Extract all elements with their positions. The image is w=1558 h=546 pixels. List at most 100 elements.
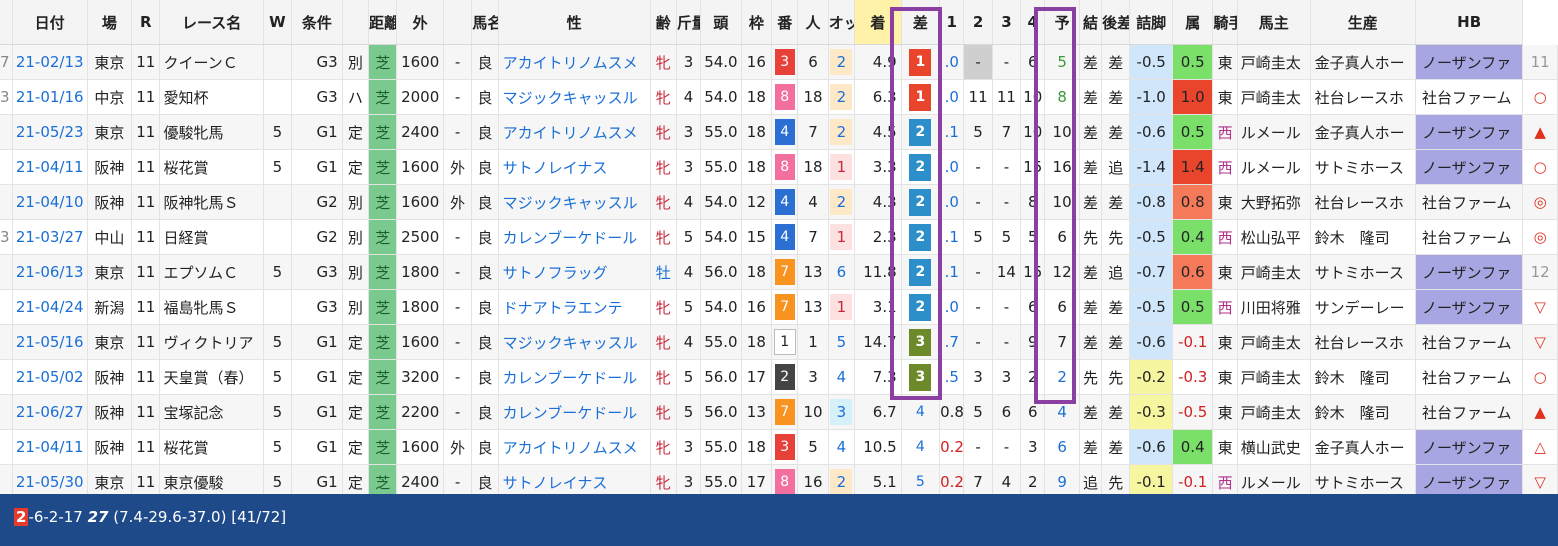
column-header[interactable]: 枠	[741, 0, 773, 45]
race-date-link[interactable]: 21-03/27	[12, 219, 88, 255]
horse-name-link[interactable]: カレンブーケドール	[498, 394, 651, 430]
breeder: ノーザンファ	[1415, 289, 1524, 325]
column-header[interactable]: W	[263, 0, 293, 45]
column-header[interactable]: 詰脚	[1129, 0, 1173, 45]
horse-name-link[interactable]: サトノレイナス	[498, 149, 651, 185]
row-lead	[0, 464, 13, 494]
horse-name-link[interactable]: アカイトリノムスメ	[498, 429, 651, 465]
late-margin: -0.5	[1129, 219, 1173, 255]
race-date-link[interactable]: 21-01/16	[12, 79, 88, 115]
jockey: ルメール	[1237, 464, 1311, 494]
jockey: 横山武史	[1237, 429, 1311, 465]
horse-sex: 牝	[650, 44, 677, 80]
race-date-link[interactable]: 21-04/10	[12, 184, 88, 220]
jockey: 松山弘平	[1237, 219, 1311, 255]
column-header[interactable]: 齢	[650, 0, 677, 45]
grade: G1	[291, 429, 343, 465]
horse-name-link[interactable]: マジックキャッスル	[498, 79, 651, 115]
table-row[interactable]: 21-05/23 東京 11 優駿牝馬 5 G1 定芝 2400- 良アカイトリノムスメ牝 3 55…	[0, 114, 1558, 150]
row-lead	[0, 324, 13, 360]
racecourse: 阪神	[87, 359, 133, 395]
horse-name-link[interactable]: マジックキャッスル	[498, 184, 651, 220]
column-header[interactable]	[443, 0, 473, 45]
outer-course: -	[443, 219, 473, 255]
column-header[interactable]: 3	[992, 0, 1022, 45]
outer-course: -	[443, 359, 473, 395]
column-header[interactable]: 騎手	[1212, 0, 1238, 45]
column-header[interactable]: 1	[939, 0, 965, 45]
horse-name-link[interactable]: アカイトリノムスメ	[498, 114, 651, 150]
table-row[interactable]: 21-04/24 新潟 11 福島牝馬Ｓ G3 別芝 1800- 良ドナアトラエンテ牝 5 54.…	[0, 289, 1558, 325]
race-date-link[interactable]: 21-05/16	[12, 324, 88, 360]
table-row[interactable]: 21-05/16 東京 11 ヴィクトリア 5 G1 定芝 1600- 良マジックキャッスル牝 4…	[0, 324, 1558, 360]
table-row[interactable]: 3 21-01/16 中京 11 愛知杯 G3 ハ芝 2000- 良マジックキャッスル牝 4 54.…	[0, 79, 1558, 115]
table-row[interactable]: 21-05/30 東京 11 東京優駿 5 G1 定芝 2400- 良サトノレイナス牝 3 55.0…	[0, 464, 1558, 494]
finish-badge: 2	[909, 258, 932, 286]
horse-name-link[interactable]: ドナアトラエンテ	[498, 289, 651, 325]
race-date-link[interactable]: 21-06/13	[12, 254, 88, 290]
gate-frame: 3	[771, 429, 799, 465]
table-row[interactable]: 7 21-02/13 東京 11 クイーンＣ G3 別芝 1600- 良アカイトリノムスメ牝 3 5…	[0, 44, 1558, 80]
column-header[interactable]: 頭	[700, 0, 742, 45]
column-header[interactable]: 2	[963, 0, 993, 45]
column-header[interactable]: R	[131, 0, 161, 45]
table-row[interactable]: 21-04/11 阪神 11 桜花賞 5 G1 定芝 1600 外良アカイトリノムスメ牝 3 55.…	[0, 429, 1558, 465]
horse-name-link[interactable]: サトノレイナス	[498, 464, 651, 494]
column-header[interactable]: 生産	[1310, 0, 1416, 45]
column-header[interactable]: 斤量	[676, 0, 702, 45]
table-row[interactable]: 21-05/02 阪神 11 天皇賞（春） 5 G1 定芝 3200- 良カレンブーケドール牝 5…	[0, 359, 1558, 395]
race-date-link[interactable]: 21-06/27	[12, 394, 88, 430]
actual-style: 差	[1101, 79, 1131, 115]
column-header[interactable]: オッズ	[828, 0, 856, 45]
finish-position: 1	[901, 44, 941, 80]
horse-name-link[interactable]: アカイトリノムスメ	[498, 44, 651, 80]
popularity-badge: 2	[830, 469, 853, 494]
column-header[interactable]: レース名	[159, 0, 264, 45]
table-row[interactable]: 21-04/10 阪神 11 阪神牝馬Ｓ G2 別芝 1600 外良マジックキャッスル牝 4 54…	[0, 184, 1558, 220]
horse-name-link[interactable]: カレンブーケドール	[498, 359, 651, 395]
table-row[interactable]: 21-04/11 阪神 11 桜花賞 5 G1 定芝 1600 外良サトノレイナス牝 3 55.0 1…	[0, 149, 1558, 185]
odds: 3.1	[854, 289, 902, 325]
racecourse: 東京	[87, 44, 133, 80]
column-header[interactable]: 馬主	[1237, 0, 1311, 45]
popularity: 5	[828, 324, 856, 360]
column-header[interactable]: 結	[1079, 0, 1103, 45]
column-header[interactable]: 後差	[1101, 0, 1131, 45]
highlight-frame-chaku-right	[938, 7, 942, 400]
column-header[interactable]	[342, 0, 370, 45]
horse-name-link[interactable]: カレンブーケドール	[498, 219, 651, 255]
race-date-link[interactable]: 21-05/02	[12, 359, 88, 395]
horse-name-link[interactable]: サトノフラッグ	[498, 254, 651, 290]
race-date-link[interactable]: 21-02/13	[12, 44, 88, 80]
column-header[interactable]: 人	[797, 0, 829, 45]
race-date-link[interactable]: 21-04/11	[12, 149, 88, 185]
race-name: 日経賞	[159, 219, 264, 255]
horse-sex: 牝	[650, 149, 677, 185]
column-header[interactable]: HB	[1415, 0, 1524, 45]
horse-name-link[interactable]: マジックキャッスル	[498, 324, 651, 360]
column-header[interactable]: 距離	[368, 0, 398, 45]
column-header[interactable]: 馬名	[471, 0, 499, 45]
race-date-link[interactable]: 21-05/30	[12, 464, 88, 494]
race-name: 優駿牝馬	[159, 114, 264, 150]
race-date-link[interactable]: 21-04/11	[12, 429, 88, 465]
weight-class: 5	[263, 254, 293, 290]
distance: 1600	[396, 184, 444, 220]
column-header[interactable]: 性	[498, 0, 651, 45]
table-row[interactable]: 21-06/27 阪神 11 宝塚記念 5 G1 定芝 2200- 良カレンブーケドール牝 5 56…	[0, 394, 1558, 430]
margin: .7	[939, 324, 965, 360]
column-header[interactable]: 番	[771, 0, 799, 45]
column-header[interactable]: 場	[87, 0, 133, 45]
closing-speed: 0.8	[1172, 184, 1214, 220]
column-header[interactable]: 属	[1172, 0, 1214, 45]
column-header[interactable]: 外	[396, 0, 444, 45]
race-date-link[interactable]: 21-05/23	[12, 114, 88, 150]
table-row[interactable]: 3 21-03/27 中山 11 日経賞 G2 別芝 2500- 良カレンブーケドール牝 5 54.…	[0, 219, 1558, 255]
table-row[interactable]: 21-06/13 東京 11 エプソムＣ 5 G3 別芝 1800- 良サトノフラッグ牡 4 56.…	[0, 254, 1558, 290]
column-header[interactable]: 日付	[12, 0, 88, 45]
column-header[interactable]: 条件	[291, 0, 343, 45]
race-name: 福島牝馬Ｓ	[159, 289, 264, 325]
track-condition: 良	[471, 359, 499, 395]
race-date-link[interactable]: 21-04/24	[12, 289, 88, 325]
race-number: 11	[131, 44, 161, 80]
